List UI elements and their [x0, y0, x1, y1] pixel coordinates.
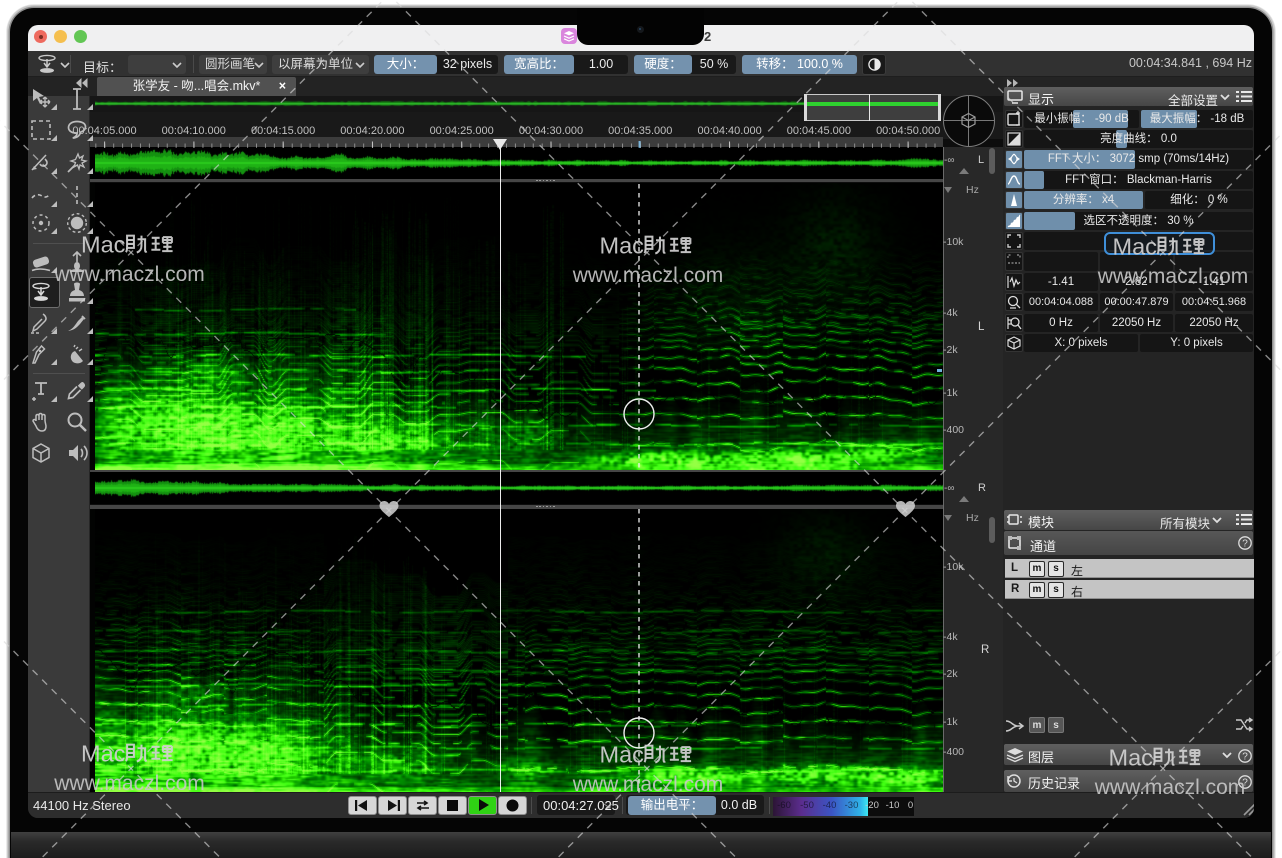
svg-text:?: ?	[1242, 752, 1248, 763]
svg-text:?: ?	[1242, 539, 1248, 550]
svg-text:?: ?	[1242, 778, 1248, 789]
